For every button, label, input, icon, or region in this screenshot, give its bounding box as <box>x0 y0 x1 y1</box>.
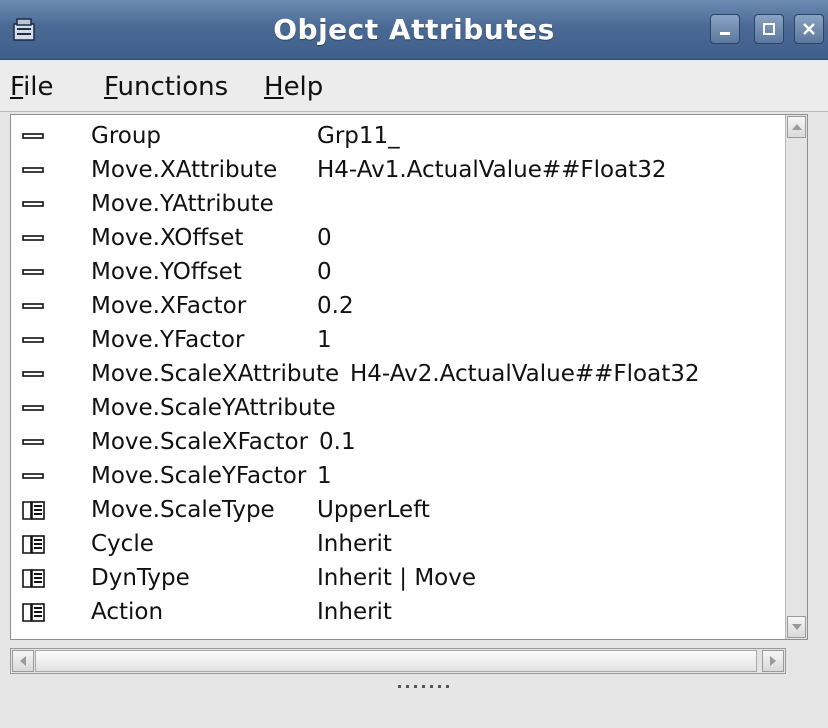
attribute-row[interactable]: Move.XOffset 0 <box>11 221 791 255</box>
arrow-left-icon <box>20 656 26 666</box>
scroll-right-button[interactable] <box>762 650 784 672</box>
scroll-up-button[interactable] <box>787 116 806 138</box>
attribute-icon <box>22 303 44 309</box>
attribute-name: Move.ScaleXAttribute <box>91 361 340 387</box>
folder-icon <box>22 603 45 622</box>
attribute-name: Group <box>91 123 162 149</box>
arrow-down-icon <box>791 624 802 630</box>
attribute-value[interactable]: 0.1 <box>319 425 356 459</box>
attribute-row[interactable]: Group Grp11_ <box>11 119 791 153</box>
attribute-row[interactable]: Move.XFactor 0.2 <box>11 289 791 323</box>
attribute-name: Move.ScaleXFactor <box>91 429 309 455</box>
maximize-icon <box>763 23 775 35</box>
folder-icon <box>22 501 45 520</box>
attribute-icon <box>22 405 44 411</box>
attribute-value[interactable]: 0 <box>317 255 332 289</box>
vertical-scrollbar[interactable] <box>785 115 807 639</box>
attribute-row[interactable]: Move.ScaleXFactor 0.1 <box>11 425 791 459</box>
attribute-row[interactable]: DynType Inherit | Move <box>11 561 791 595</box>
attribute-name: Move.YAttribute <box>91 191 274 217</box>
attribute-value[interactable]: 0.2 <box>317 289 354 323</box>
menu-functions-label: unctions <box>117 72 229 102</box>
title-bar[interactable]: Object Attributes <box>0 0 828 60</box>
attribute-icon <box>22 337 44 343</box>
status-area <box>0 694 828 728</box>
attribute-icon <box>22 269 44 275</box>
attribute-value[interactable]: H4-Av1.ActualValue##Float32 <box>317 153 667 187</box>
folder-icon <box>22 569 45 588</box>
attribute-value[interactable]: Grp11_ <box>317 119 400 153</box>
folder-icon <box>22 535 45 554</box>
menu-help[interactable]: Help <box>264 60 323 112</box>
attribute-row[interactable]: Move.XAttribute H4-Av1.ActualValue##Float… <box>11 153 791 187</box>
menu-help-mnemonic: H <box>264 72 284 102</box>
attribute-value[interactable]: Inherit <box>317 527 392 561</box>
attribute-row[interactable]: Move.YOffset 0 <box>11 255 791 289</box>
menu-file-mnemonic: F <box>10 72 24 102</box>
attribute-list[interactable]: Group Grp11_ Move.XAttribute H4-Av1.ActualV… <box>10 114 808 640</box>
menu-file[interactable]: File <box>10 60 54 112</box>
window-title: Object Attributes <box>273 13 555 46</box>
menu-help-label: elp <box>283 72 324 102</box>
close-button[interactable] <box>794 14 824 44</box>
attribute-value[interactable]: Inherit | Move <box>317 561 476 595</box>
attribute-name: Move.XFactor <box>91 293 247 319</box>
attribute-name: Cycle <box>91 531 154 557</box>
attribute-value[interactable]: UpperLeft <box>317 493 430 527</box>
attribute-value[interactable]: 1 <box>317 459 332 493</box>
attribute-name: Move.YOffset <box>91 259 242 285</box>
attribute-value[interactable]: 1 <box>317 323 332 357</box>
attribute-icon <box>22 133 44 139</box>
attribute-icon <box>22 371 44 377</box>
attribute-row[interactable]: Move.ScaleType UpperLeft <box>11 493 791 527</box>
pane-resize-grip[interactable] <box>396 682 456 690</box>
attribute-name: Move.XAttribute <box>91 157 278 183</box>
attribute-name: Action <box>91 599 164 625</box>
attribute-icon <box>22 235 44 241</box>
arrow-right-icon <box>770 656 776 666</box>
attribute-icon <box>22 201 44 207</box>
attribute-name: DynType <box>91 565 190 591</box>
attribute-row[interactable]: Action Inherit <box>11 595 791 629</box>
minimize-button[interactable] <box>710 14 740 44</box>
attribute-row[interactable]: Move.YFactor 1 <box>11 323 791 357</box>
attribute-value[interactable]: Inherit <box>317 595 392 629</box>
attribute-row[interactable]: Cycle Inherit <box>11 527 791 561</box>
menu-file-label: ile <box>23 72 54 102</box>
menu-functions[interactable]: Functions <box>104 60 228 112</box>
menu-functions-mnemonic: F <box>104 72 118 102</box>
attribute-name: Move.ScaleYAttribute <box>91 395 336 421</box>
menu-bar: File Functions Help <box>0 60 828 112</box>
scroll-left-button[interactable] <box>12 650 34 672</box>
attribute-row[interactable]: Move.YAttribute <box>11 187 791 221</box>
attribute-name: Move.YFactor <box>91 327 245 353</box>
attribute-icon <box>22 473 44 479</box>
attribute-name: Move.XOffset <box>91 225 244 251</box>
maximize-button[interactable] <box>754 14 784 44</box>
scroll-down-button[interactable] <box>787 616 806 638</box>
attribute-icon <box>22 167 44 173</box>
attribute-icon <box>22 439 44 445</box>
arrow-up-icon <box>791 124 802 130</box>
close-icon <box>803 23 815 35</box>
attribute-row[interactable]: Move.ScaleYFactor 1 <box>11 459 791 493</box>
horizontal-scrollbar[interactable] <box>10 648 786 674</box>
attribute-name: Move.ScaleYFactor <box>91 463 307 489</box>
attribute-value[interactable]: H4-Av2.ActualValue##Float32 <box>350 357 700 391</box>
attribute-row[interactable]: Move.ScaleYAttribute <box>11 391 791 425</box>
attribute-name: Move.ScaleType <box>91 497 275 523</box>
attribute-row[interactable]: Move.ScaleXAttribute H4-Av2.ActualValue##… <box>11 357 791 391</box>
minimize-icon <box>720 32 730 35</box>
horizontal-scroll-thumb[interactable] <box>35 650 757 672</box>
attribute-value[interactable]: 0 <box>317 221 332 255</box>
